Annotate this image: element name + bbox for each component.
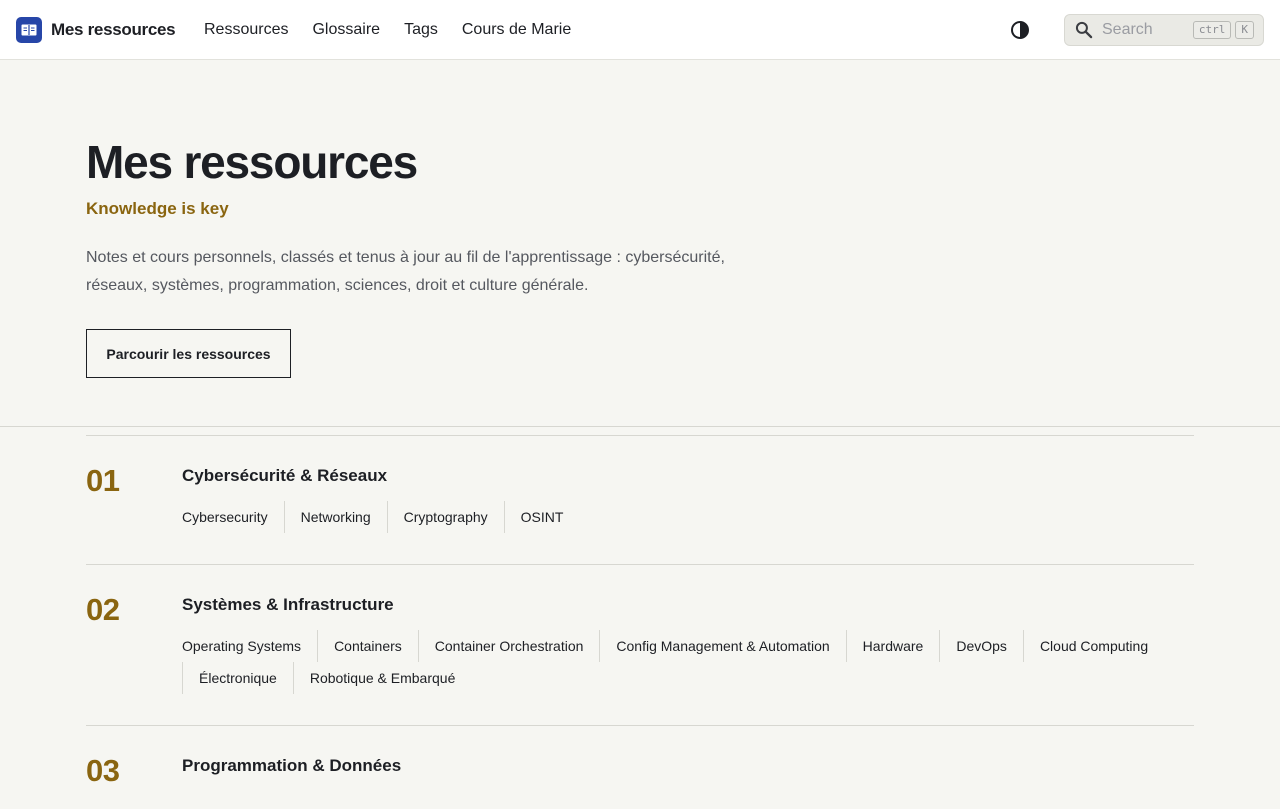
top-bar: Mes ressources Ressources Glossaire Tags…: [0, 0, 1280, 60]
book-icon: [16, 17, 42, 43]
tag-link[interactable]: Containers: [317, 630, 418, 662]
category-section: 02 Systèmes & Infrastructure Operating S…: [86, 564, 1194, 725]
tag-link[interactable]: Cloud Computing: [1022, 630, 1164, 662]
search-icon: [1075, 21, 1093, 39]
tag-link[interactable]: Robotique & Embarqué: [292, 662, 472, 694]
hero-tagline: Knowledge is key: [86, 199, 229, 218]
shortcut-key-ctrl: ctrl: [1192, 21, 1232, 39]
category-section: 01 Cybersécurité & Réseaux Cybersecurity…: [86, 435, 1194, 564]
tag-link[interactable]: Config Management & Automation: [599, 630, 845, 662]
category-title[interactable]: Programmation & Données: [182, 754, 1194, 778]
half-circle-contrast-icon: [1011, 21, 1029, 39]
category-number: 03: [86, 753, 120, 788]
hero-description: Notes et cours personnels, classés et te…: [86, 249, 725, 294]
tag-link[interactable]: Hardware: [845, 630, 940, 662]
browse-resources-button[interactable]: Parcourir les ressources: [86, 329, 291, 378]
category-tags: Operating Systems Containers Container O…: [182, 630, 1194, 694]
search-box[interactable]: ctrl K: [1064, 14, 1264, 46]
tag-link[interactable]: Électronique: [182, 662, 293, 694]
tag-link[interactable]: Networking: [283, 501, 387, 533]
category-number: 02: [86, 592, 120, 627]
shortcut-key-k: K: [1235, 21, 1254, 39]
brand-name: Mes ressources: [51, 20, 176, 39]
hero-section: Mes ressources Knowledge is key Notes et…: [0, 60, 1280, 427]
category-title[interactable]: Systèmes & Infrastructure: [182, 593, 1194, 617]
category-list: 01 Cybersécurité & Réseaux Cybersecurity…: [86, 435, 1194, 809]
nav-link-ressources[interactable]: Ressources: [204, 21, 288, 39]
theme-toggle-button[interactable]: [1008, 18, 1032, 42]
tag-link[interactable]: Cryptography: [386, 501, 504, 533]
category-number: 01: [86, 463, 120, 498]
tag-link[interactable]: Cybersecurity: [182, 501, 284, 533]
page-title: Mes ressources: [86, 136, 418, 188]
nav-link-tags[interactable]: Tags: [404, 21, 438, 39]
brand-home-link[interactable]: Mes ressources: [16, 17, 176, 43]
tag-link[interactable]: OSINT: [503, 501, 580, 533]
tag-link[interactable]: Container Orchestration: [417, 630, 600, 662]
search-input[interactable]: [1102, 21, 1189, 39]
category-section: 03 Programmation & Données: [86, 725, 1194, 809]
main-nav: Ressources Glossaire Tags Cours de Marie: [204, 0, 571, 60]
nav-link-cours-de-marie[interactable]: Cours de Marie: [462, 21, 571, 39]
category-title[interactable]: Cybersécurité & Réseaux: [182, 464, 1194, 488]
tag-link[interactable]: Operating Systems: [182, 630, 317, 662]
nav-link-glossaire[interactable]: Glossaire: [312, 21, 380, 39]
tag-link[interactable]: DevOps: [939, 630, 1023, 662]
category-tags: Cybersecurity Networking Cryptography OS…: [182, 501, 1194, 533]
